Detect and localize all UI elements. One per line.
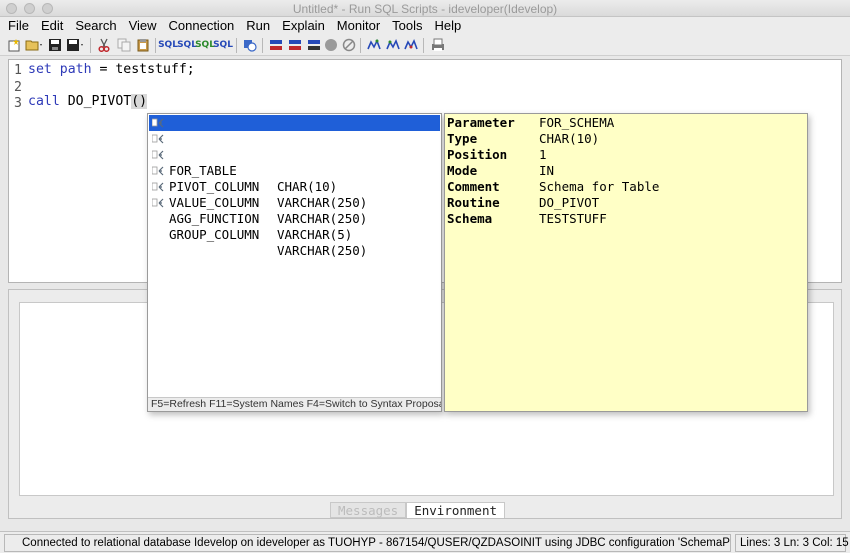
detail-value: IN bbox=[539, 163, 555, 178]
title-bar: Untitled* - Run SQL Scripts - ideveloper… bbox=[0, 0, 850, 17]
assist-item[interactable]: FOR_TABLE CHAR(10) bbox=[149, 131, 440, 194]
assist-item[interactable]: FOR_SCHEMA CHAR(10) bbox=[149, 115, 440, 178]
parameter-icon bbox=[152, 198, 164, 208]
assist-shortcuts-hint: F5=Refresh F11=System Names F4=Switch to… bbox=[148, 397, 441, 411]
detail-label: Routine bbox=[447, 195, 500, 210]
detail-label: Position bbox=[447, 147, 508, 162]
param-type: VARCHAR(250) bbox=[277, 243, 368, 258]
save-icon[interactable] bbox=[47, 37, 63, 53]
toolbar: SQL SQL SQL SQL bbox=[0, 35, 850, 56]
param-type: VARCHAR(5) bbox=[277, 227, 353, 242]
line-number: 3 bbox=[14, 96, 22, 111]
monitor-icon[interactable] bbox=[366, 37, 382, 53]
content-assist-list[interactable]: FOR_SCHEMA CHAR(10) FOR_TABLE CHAR(10) P… bbox=[147, 113, 442, 412]
menu-tools[interactable]: Tools bbox=[386, 17, 428, 35]
parameter-icon bbox=[152, 134, 164, 144]
parameter-icon bbox=[152, 166, 164, 176]
parameter-icon bbox=[152, 150, 164, 160]
menu-edit[interactable]: Edit bbox=[35, 17, 69, 35]
cut-icon[interactable] bbox=[96, 37, 112, 53]
toolbar-separator bbox=[236, 38, 237, 53]
explain-icon[interactable] bbox=[268, 37, 284, 53]
param-name: GROUP_COLUMN bbox=[169, 227, 260, 242]
assist-item[interactable]: VALUE_COLUMN VARCHAR(250) bbox=[149, 163, 440, 226]
stop-icon[interactable] bbox=[323, 37, 339, 53]
results-tabs: Messages Environment bbox=[330, 502, 506, 518]
cursor-position: Lines: 3 Ln: 3 Col: 15 bbox=[735, 534, 849, 552]
prompt-icon[interactable] bbox=[242, 37, 258, 53]
run-all-icon[interactable]: SQL bbox=[158, 37, 178, 53]
line-number: 1 bbox=[14, 63, 22, 78]
monitor-selected-icon[interactable] bbox=[403, 37, 419, 53]
detail-label: Mode bbox=[447, 163, 478, 178]
matched-parentheses: () bbox=[131, 94, 148, 109]
cancel-icon[interactable] bbox=[341, 37, 357, 53]
detail-label: Schema bbox=[447, 211, 493, 226]
parameter-icon bbox=[152, 182, 164, 192]
explain-next-icon[interactable] bbox=[306, 37, 322, 53]
menu-monitor[interactable]: Monitor bbox=[331, 17, 386, 35]
parameter-icon bbox=[152, 118, 164, 128]
tab-messages[interactable]: Messages bbox=[330, 502, 407, 518]
sql-text: DO_PIVOT bbox=[59, 94, 132, 109]
run-from-selected-icon[interactable]: SQL bbox=[177, 37, 197, 53]
assist-item[interactable]: AGG_FUNCTION VARCHAR(5) bbox=[149, 179, 440, 242]
detail-value: CHAR(10) bbox=[539, 131, 600, 146]
sql-keyword: call bbox=[28, 94, 60, 109]
detail-label: Comment bbox=[447, 179, 500, 194]
open-icon[interactable] bbox=[24, 37, 44, 53]
detail-value: Schema for Table bbox=[539, 179, 660, 194]
param-type: VARCHAR(250) bbox=[277, 211, 368, 226]
parameter-details-panel: Parameter FOR_SCHEMA Type CHAR(10) Positio… bbox=[444, 113, 808, 412]
toolbar-separator bbox=[90, 38, 91, 53]
detail-label: Type bbox=[447, 131, 478, 146]
detail-value: TESTSTUFF bbox=[539, 211, 607, 226]
detail-value: DO_PIVOT bbox=[539, 195, 600, 210]
assist-item[interactable]: PIVOT_COLUMN VARCHAR(250) bbox=[149, 147, 440, 210]
menu-bar: File Edit Search View Connection Run Exp… bbox=[0, 17, 850, 35]
run-selected-icon[interactable]: SQL bbox=[195, 37, 215, 53]
run-to-end-icon[interactable]: SQL bbox=[213, 37, 233, 53]
line-number: 2 bbox=[14, 80, 22, 95]
assist-item[interactable]: GROUP_COLUMN VARCHAR(250) bbox=[149, 195, 440, 258]
save-as-icon[interactable] bbox=[65, 37, 85, 53]
detail-label: Parameter bbox=[447, 115, 515, 130]
toolbar-separator bbox=[262, 38, 263, 53]
param-name: AGG_FUNCTION bbox=[169, 211, 260, 226]
menu-connection[interactable]: Connection bbox=[163, 17, 241, 35]
sql-keyword: set path bbox=[28, 62, 92, 77]
toolbar-separator bbox=[360, 38, 361, 53]
menu-search[interactable]: Search bbox=[69, 17, 122, 35]
menu-file[interactable]: File bbox=[2, 17, 35, 35]
detail-value: 1 bbox=[539, 147, 547, 162]
toolbar-separator bbox=[155, 38, 156, 53]
code-line: call DO_PIVOT() bbox=[28, 94, 148, 109]
new-icon[interactable] bbox=[6, 37, 22, 53]
paste-icon[interactable] bbox=[135, 37, 151, 53]
sql-text: = teststuff; bbox=[91, 62, 195, 77]
print-icon[interactable] bbox=[430, 37, 446, 53]
code-line: set path = teststuff; bbox=[28, 62, 195, 77]
menu-help[interactable]: Help bbox=[429, 17, 468, 35]
status-bar: Connected to relational database Idevelo… bbox=[0, 531, 850, 553]
menu-view[interactable]: View bbox=[123, 17, 163, 35]
menu-explain[interactable]: Explain bbox=[276, 17, 331, 35]
detail-value: FOR_SCHEMA bbox=[539, 115, 615, 130]
monitor-all-icon[interactable] bbox=[385, 37, 401, 53]
explain-all-icon[interactable] bbox=[287, 37, 303, 53]
connection-status: Connected to relational database Idevelo… bbox=[4, 534, 731, 552]
tab-environment[interactable]: Environment bbox=[406, 502, 506, 518]
toolbar-separator bbox=[423, 38, 424, 53]
window-title: Untitled* - Run SQL Scripts - ideveloper… bbox=[292, 2, 558, 16]
menu-run[interactable]: Run bbox=[240, 17, 276, 35]
copy-icon[interactable] bbox=[116, 37, 132, 53]
